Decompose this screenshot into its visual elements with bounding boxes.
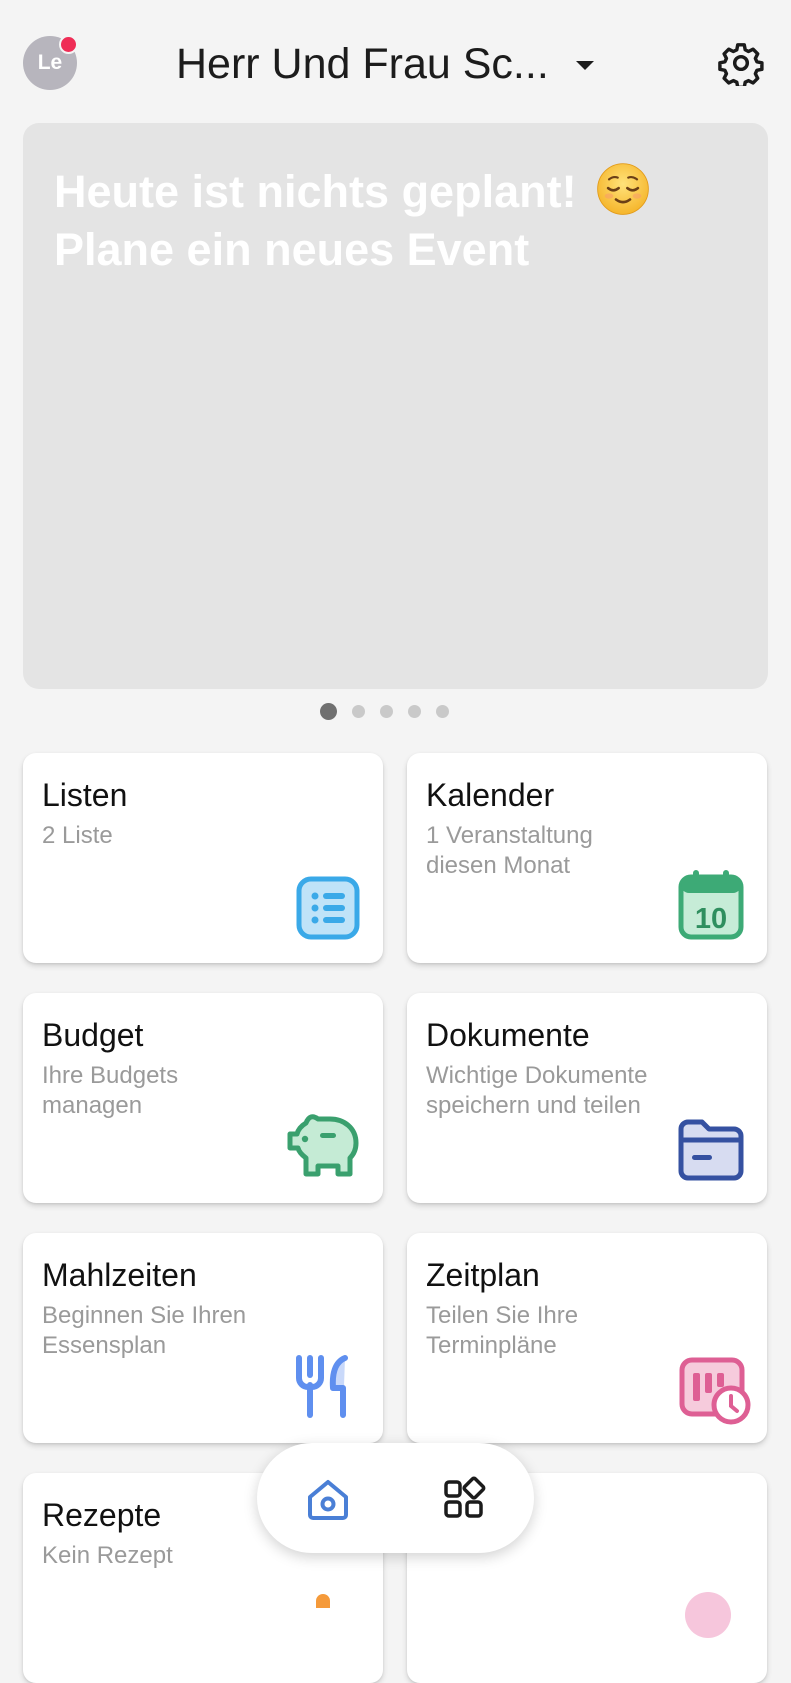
list-icon — [296, 876, 360, 940]
home-icon[interactable] — [304, 1475, 352, 1523]
card-title: Kalender — [426, 777, 555, 813]
today-banner[interactable]: Heute ist nichts geplant! Plane ein neue… — [23, 123, 768, 689]
caret-down-icon — [575, 60, 594, 70]
card-subtitle: 2 Liste — [42, 822, 113, 849]
banner-line-1: Heute ist nichts geplant! — [54, 166, 577, 217]
folder-icon — [678, 1119, 744, 1181]
bottom-nav — [257, 1443, 534, 1553]
card-subtitle: Ihre Budgets managen — [42, 1062, 179, 1119]
card-title: Budget — [42, 1017, 144, 1053]
calendar-day: 10 — [695, 903, 727, 935]
avatar-initials: Le — [37, 51, 63, 74]
card-kalender[interactable]: Kalender 1 Veranstaltung diesen Monat 10 — [407, 753, 767, 963]
banner-line-2: Plane ein neues Event — [54, 224, 530, 275]
banner-message: Heute ist nichts geplant! Plane ein neue… — [54, 161, 651, 279]
piggy-bank-icon — [287, 1114, 359, 1177]
card-subtitle: Kein Rezept — [42, 1542, 173, 1569]
notification-dot — [59, 35, 78, 54]
card-zeitplan[interactable]: Zeitplan Teilen Sie Ihre Terminpläne — [407, 1233, 767, 1443]
gear-icon[interactable] — [718, 40, 764, 86]
carousel-dot[interactable] — [436, 705, 449, 718]
carousel-dot[interactable] — [408, 705, 421, 718]
card-mahlzeiten[interactable]: Mahlzeiten Beginnen Sie Ihren Essensplan — [23, 1233, 383, 1443]
carousel-dot[interactable] — [320, 703, 337, 720]
group-title: Herr Und Frau Sc... — [176, 39, 549, 88]
app-header: Le Herr Und Frau Sc... — [0, 0, 791, 120]
carousel-dot[interactable] — [352, 705, 365, 718]
relieved-face-emoji — [597, 163, 649, 215]
card-subtitle: Teilen Sie Ihre Terminpläne — [426, 1302, 579, 1359]
card-title: Rezepte — [42, 1497, 162, 1533]
card-budget[interactable]: Budget Ihre Budgets managen — [23, 993, 383, 1203]
card-title: Dokumente — [426, 1017, 590, 1053]
cutlery-icon — [296, 1355, 348, 1418]
carousel-indicator — [0, 703, 780, 720]
recipe-icon — [316, 1594, 330, 1608]
card-listen[interactable]: Listen 2 Liste — [23, 753, 383, 963]
card-subtitle: Beginnen Sie Ihren Essensplan — [42, 1302, 247, 1359]
group-selector[interactable]: Herr Und Frau Sc... — [176, 36, 594, 92]
card-title: Mahlzeiten — [42, 1257, 197, 1293]
carousel-dot[interactable] — [380, 705, 393, 718]
schedule-clock-icon — [679, 1357, 751, 1425]
card-dokumente[interactable]: Dokumente Wichtige Dokumente speichern u… — [407, 993, 767, 1203]
card-subtitle: Wichtige Dokumente speichern und teilen — [426, 1062, 648, 1119]
card-icon — [685, 1592, 731, 1638]
apps-grid-icon[interactable] — [440, 1475, 488, 1523]
user-avatar[interactable]: Le — [23, 35, 78, 90]
card-title: Zeitplan — [426, 1257, 540, 1293]
card-title: Listen — [42, 777, 128, 813]
card-subtitle: 1 Veranstaltung diesen Monat — [426, 822, 593, 879]
calendar-icon: 10 — [678, 870, 744, 940]
